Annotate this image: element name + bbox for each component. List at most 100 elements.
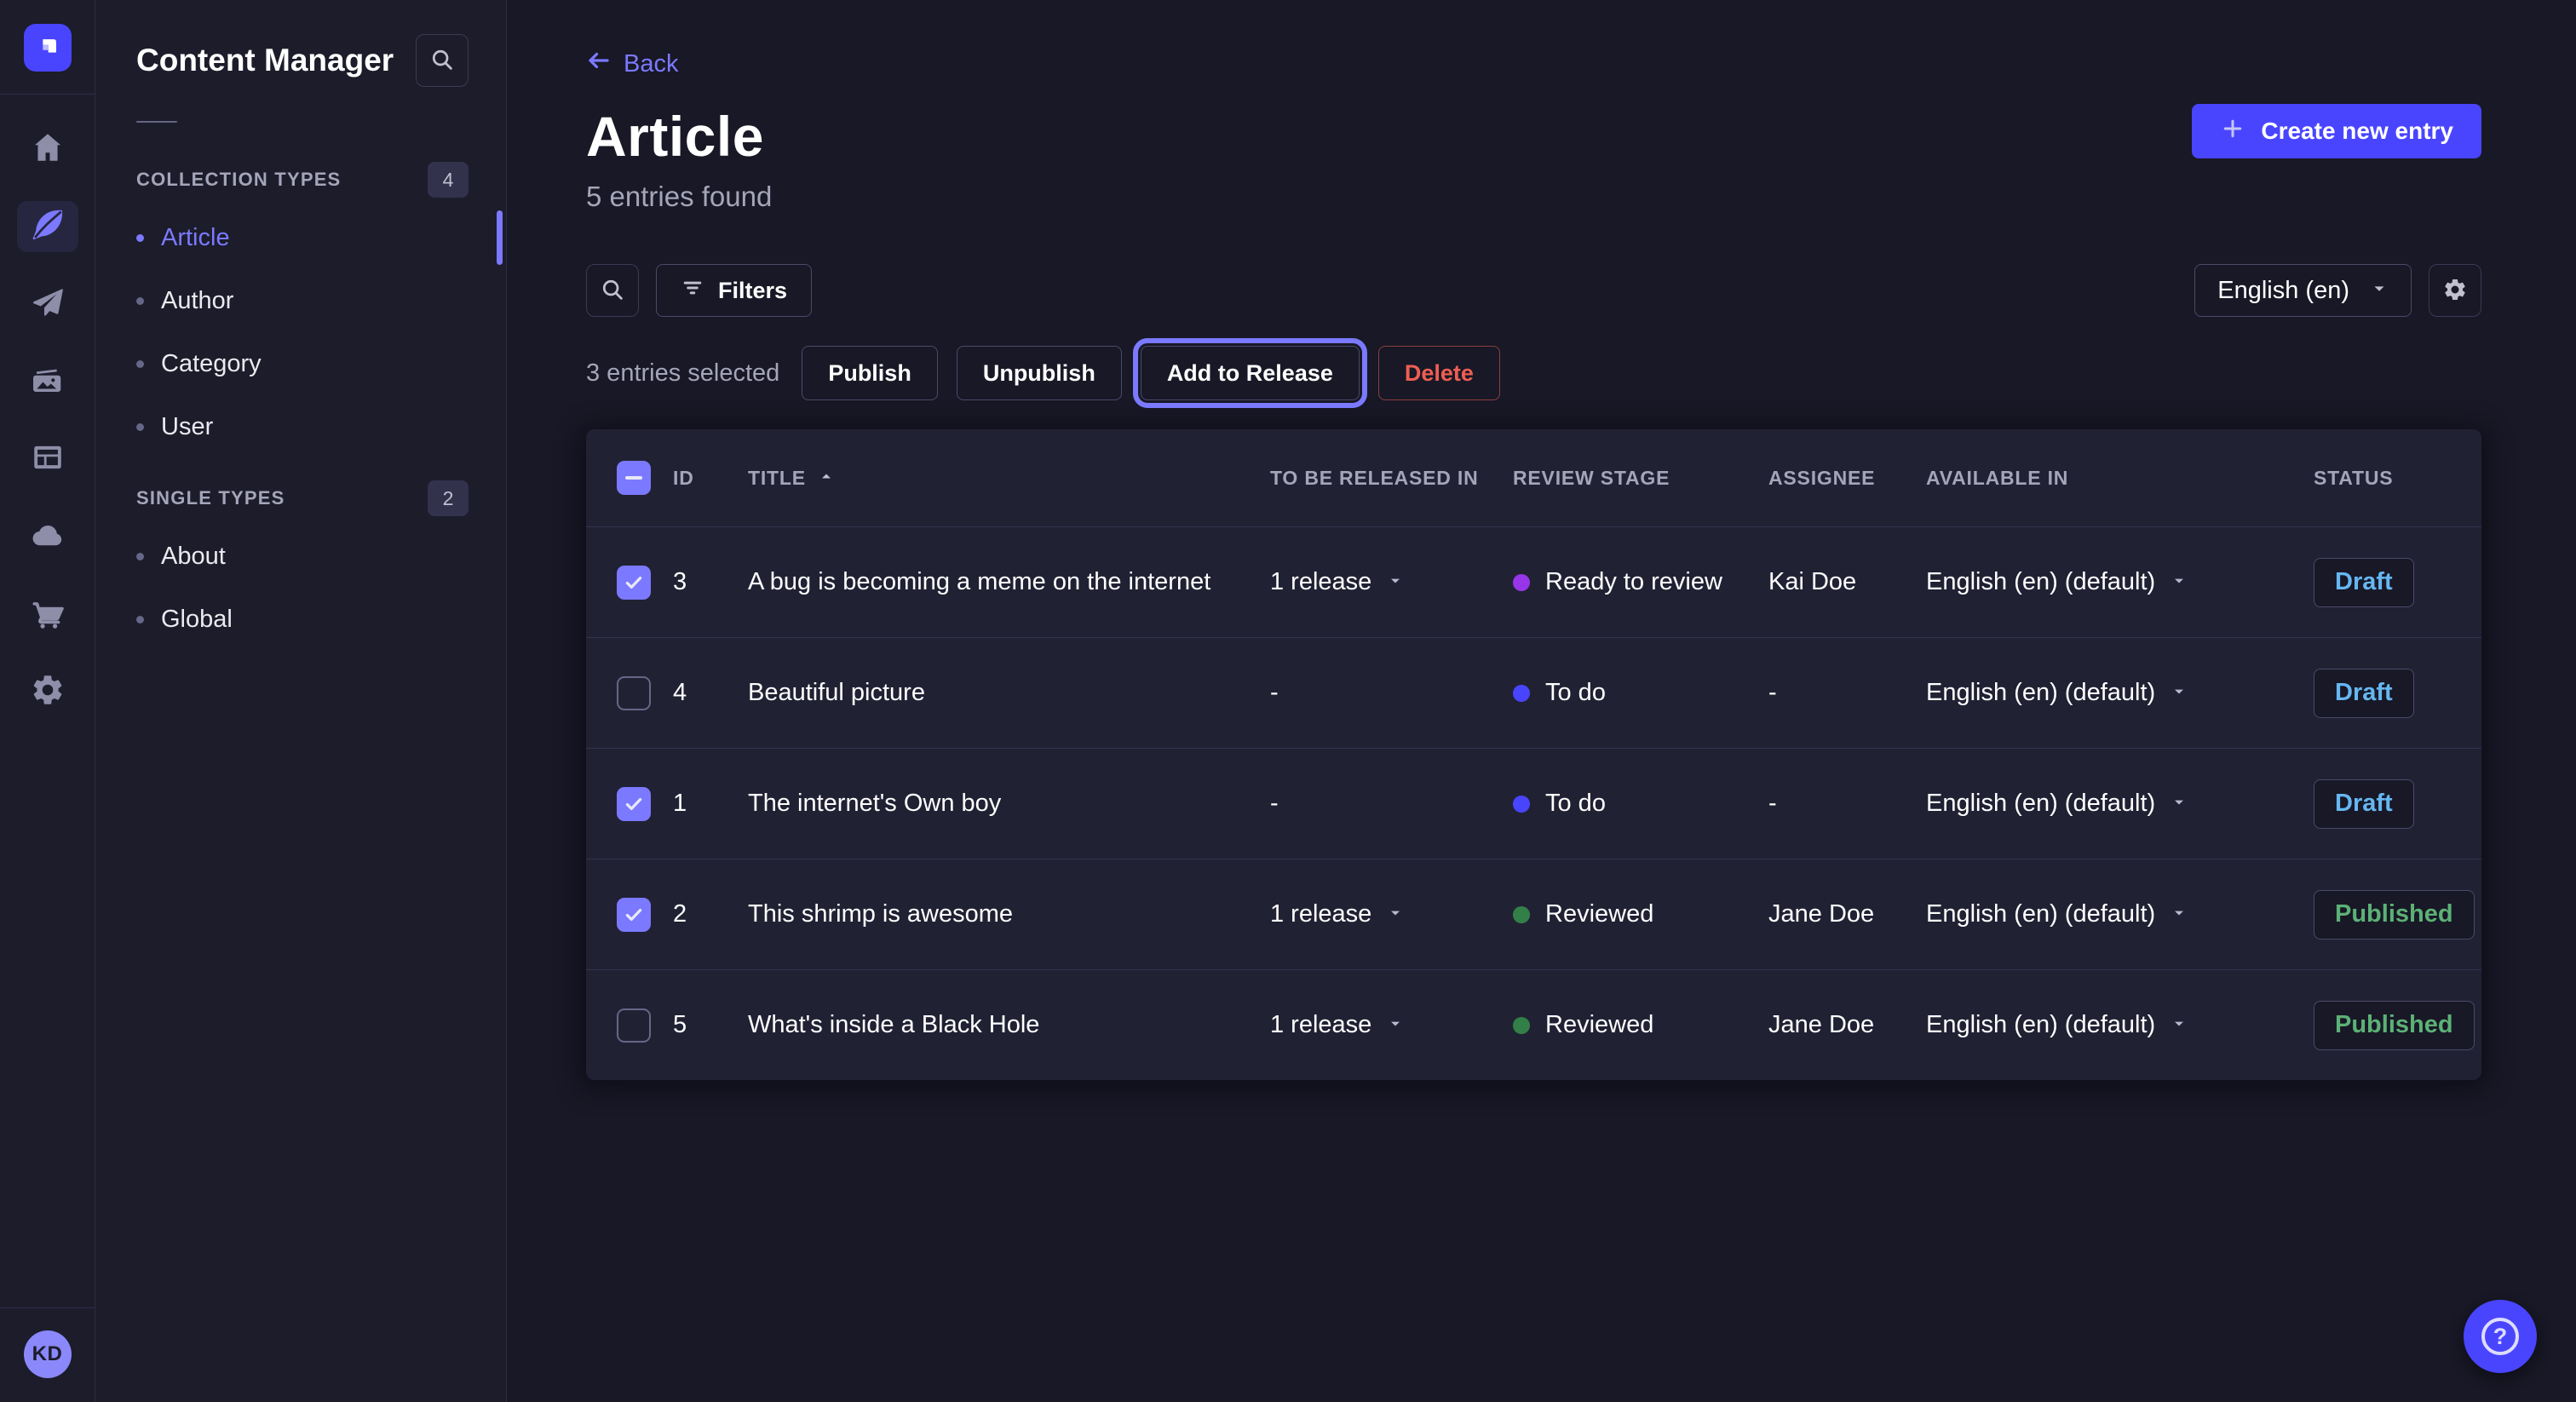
collection-types-label: COLLECTION TYPES: [136, 169, 341, 191]
cloud-icon: [30, 517, 66, 557]
subnav-item-author[interactable]: Author: [121, 269, 480, 332]
subnav-divider: [136, 121, 177, 123]
subnav-item-article[interactable]: Article: [121, 206, 480, 269]
cell-available[interactable]: English (en) (default): [1926, 900, 2314, 928]
table-row[interactable]: 1 The internet's Own boy - To do - Engli…: [586, 748, 2481, 859]
cell-id: 1: [673, 790, 748, 818]
subnav-item-global[interactable]: Global: [121, 588, 480, 651]
cell-stage: Ready to review: [1513, 568, 1768, 596]
table-row[interactable]: 4 Beautiful picture - To do - English (e…: [586, 637, 2481, 748]
rail-item-releases[interactable]: [17, 279, 78, 330]
list-search-button[interactable]: [586, 264, 639, 317]
search-icon: [429, 47, 455, 75]
col-header-id[interactable]: ID: [673, 467, 748, 490]
cell-available[interactable]: English (en) (default): [1926, 679, 2314, 707]
view-settings-button[interactable]: [2429, 264, 2481, 317]
status-badge: Published: [2314, 1001, 2475, 1050]
add-to-release-button[interactable]: Add to Release: [1141, 346, 1360, 400]
cell-release: -: [1270, 679, 1513, 707]
cell-release: -: [1270, 790, 1513, 818]
cell-assignee: -: [1768, 679, 1926, 707]
cell-available[interactable]: English (en) (default): [1926, 1011, 2314, 1039]
subnav-item-about[interactable]: About: [121, 525, 480, 588]
cell-stage: To do: [1513, 790, 1768, 818]
cell-assignee: Kai Doe: [1768, 568, 1926, 596]
delete-button[interactable]: Delete: [1378, 346, 1500, 400]
sort-ascending-icon: [818, 467, 835, 490]
cell-assignee: Jane Doe: [1768, 900, 1926, 928]
col-header-available[interactable]: AVAILABLE IN: [1926, 467, 2314, 490]
cart-icon: [30, 595, 66, 635]
strapi-logo-icon: [24, 24, 72, 72]
cell-release[interactable]: 1 release: [1270, 568, 1513, 596]
chevron-down-icon: [2171, 900, 2188, 928]
cell-title: Beautiful picture: [748, 679, 1270, 707]
collection-types-section: COLLECTION TYPES 4 Article Author Catego…: [95, 140, 506, 458]
row-checkbox[interactable]: [617, 1008, 651, 1043]
stage-dot-icon: [1513, 685, 1530, 702]
subnav-search-button[interactable]: [416, 34, 469, 87]
subnav-item-user[interactable]: User: [121, 395, 480, 458]
col-header-status[interactable]: STATUS: [2314, 467, 2481, 490]
table-header-row: ID TITLE TO BE RELEASED IN REVIEW STAGE …: [586, 429, 2481, 526]
stage-dot-icon: [1513, 906, 1530, 923]
cell-release[interactable]: 1 release: [1270, 900, 1513, 928]
subnav-item-category[interactable]: Category: [121, 332, 480, 395]
row-checkbox[interactable]: [617, 676, 651, 710]
cell-available[interactable]: English (en) (default): [1926, 568, 2314, 596]
rail-item-settings[interactable]: [17, 666, 78, 717]
rail-footer: KD: [0, 1307, 95, 1402]
single-types-section: SINGLE TYPES 2 About Global: [95, 458, 506, 651]
app-root: KD Content Manager COLLECTION TYPES 4 Ar…: [0, 0, 2576, 1402]
strapi-logo-wrap[interactable]: [0, 0, 95, 95]
status-badge: Draft: [2314, 779, 2414, 829]
chevron-down-icon: [2370, 277, 2389, 305]
table-row[interactable]: 2 This shrimp is awesome 1 release Revie…: [586, 859, 2481, 969]
cell-available[interactable]: English (en) (default): [1926, 790, 2314, 818]
publish-button[interactable]: Publish: [802, 346, 938, 400]
chevron-down-icon: [1387, 568, 1404, 596]
cell-title: A bug is becoming a meme on the internet: [748, 568, 1270, 596]
cell-id: 5: [673, 1011, 748, 1039]
page-title: Article: [586, 104, 772, 169]
chevron-down-icon: [2171, 1011, 2188, 1039]
chevron-down-icon: [2171, 679, 2188, 707]
locale-select[interactable]: English (en): [2194, 264, 2412, 317]
rail-item-marketplace[interactable]: [17, 589, 78, 640]
col-header-release[interactable]: TO BE RELEASED IN: [1270, 467, 1513, 490]
rail-item-home[interactable]: [17, 124, 78, 175]
rail-item-content-manager[interactable]: [17, 201, 78, 252]
table-row[interactable]: 3 A bug is becoming a meme on the intern…: [586, 526, 2481, 637]
stage-dot-icon: [1513, 796, 1530, 813]
layout-icon: [30, 440, 66, 480]
rail-item-content-type-builder[interactable]: [17, 434, 78, 485]
select-all-checkbox[interactable]: [617, 461, 651, 495]
bullet-icon: [136, 553, 144, 560]
subnav-title: Content Manager: [136, 43, 394, 78]
create-new-entry-button[interactable]: Create new entry: [2192, 104, 2481, 158]
rail-icon-list: [17, 95, 78, 717]
collection-types-count-badge: 4: [428, 162, 469, 198]
main-content: Back Article 5 entries found Create new …: [507, 0, 2576, 1402]
status-badge: Published: [2314, 890, 2475, 939]
row-checkbox[interactable]: [617, 566, 651, 600]
rail-item-media-library[interactable]: [17, 356, 78, 407]
help-button[interactable]: ?: [2464, 1300, 2537, 1373]
back-link[interactable]: Back: [586, 48, 678, 80]
filters-button[interactable]: Filters: [656, 264, 812, 317]
row-checkbox[interactable]: [617, 787, 651, 821]
rail-item-deploy[interactable]: [17, 511, 78, 562]
single-types-label: SINGLE TYPES: [136, 487, 285, 509]
single-types-count-badge: 2: [428, 480, 469, 516]
plus-icon: [2220, 116, 2245, 147]
col-header-title[interactable]: TITLE: [748, 467, 1270, 490]
row-checkbox[interactable]: [617, 898, 651, 932]
unpublish-button[interactable]: Unpublish: [957, 346, 1122, 400]
user-avatar[interactable]: KD: [24, 1330, 72, 1378]
chevron-down-icon: [2171, 568, 2188, 596]
cell-assignee: -: [1768, 790, 1926, 818]
cell-release[interactable]: 1 release: [1270, 1011, 1513, 1039]
col-header-assignee[interactable]: ASSIGNEE: [1768, 467, 1926, 490]
col-header-stage[interactable]: REVIEW STAGE: [1513, 467, 1768, 490]
table-row[interactable]: 5 What's inside a Black Hole 1 release R…: [586, 969, 2481, 1080]
